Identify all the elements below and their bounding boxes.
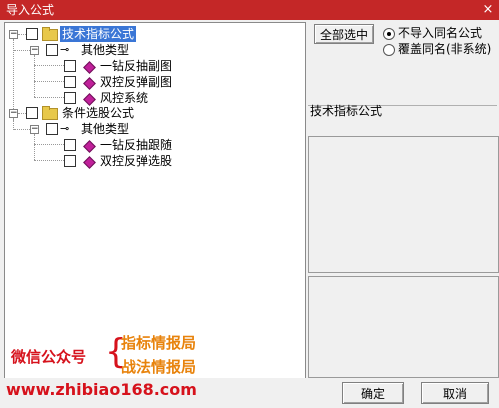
tree-connector [14, 129, 30, 130]
tree-item-label[interactable]: 风控系统 [100, 90, 148, 106]
description-panel [308, 136, 499, 273]
watermark-line2: 战法情报局 [121, 358, 197, 376]
root1-checkbox[interactable] [26, 28, 38, 40]
root1-child-collapse-icon[interactable]: − [30, 46, 39, 55]
key-icon: ⊸ [60, 43, 70, 56]
folder-icon [42, 27, 58, 41]
tree-connector [34, 97, 64, 98]
footer: www.zhibiao168.com 确定 取消 [0, 378, 499, 408]
radio-overwrite-label[interactable]: 覆盖同名(非系统) [398, 42, 491, 56]
select-all-button[interactable]: 全部选中 [314, 24, 374, 44]
detail-panel [308, 276, 499, 378]
root2-child-collapse-icon[interactable]: − [30, 125, 39, 134]
item-checkbox[interactable] [64, 76, 76, 88]
tree-connector [18, 34, 26, 35]
item-checkbox[interactable] [64, 92, 76, 104]
root2-label[interactable]: 条件选股公式 [62, 105, 134, 121]
tree-connector [14, 50, 30, 51]
root2-child-label[interactable]: 其他类型 [81, 121, 129, 137]
formula-gem-icon [83, 156, 96, 169]
window-title: 导入公式 [6, 3, 55, 17]
item-checkbox[interactable] [64, 139, 76, 151]
formula-gem-icon [83, 140, 96, 153]
watermark-wechat: 微信公众号 [11, 348, 87, 366]
cancel-button[interactable]: 取消 [421, 382, 489, 404]
tree-connector [34, 81, 64, 82]
radio-skip-duplicates-label[interactable]: 不导入同名公式 [398, 26, 482, 40]
tree-connector [34, 65, 64, 66]
ok-button[interactable]: 确定 [342, 382, 404, 404]
import-formula-dialog: 导入公式 × − 技术指标公式 − ⊸ 其他类型 一钻反抽副图 双控反弹副图 风… [0, 0, 499, 408]
root2-child-checkbox[interactable] [46, 123, 58, 135]
watermark-url: www.zhibiao168.com [6, 380, 197, 399]
root1-label[interactable]: 技术指标公式 [60, 26, 137, 42]
tree-connector [34, 144, 64, 145]
tree-connector [34, 160, 64, 161]
item-checkbox[interactable] [64, 60, 76, 72]
watermark-line1: 指标情报局 [121, 334, 197, 352]
formula-gem-icon [83, 93, 96, 106]
tree-item-label[interactable]: 一钻反抽跟随 [100, 137, 172, 153]
root1-child-checkbox[interactable] [46, 44, 58, 56]
info-label: 技术指标公式 [310, 104, 383, 118]
key-icon: ⊸ [60, 122, 70, 135]
close-icon[interactable]: × [481, 0, 495, 20]
tree-item-label[interactable]: 一钻反抽副图 [100, 58, 172, 74]
tree-connector [34, 55, 35, 97]
formula-gem-icon [83, 61, 96, 74]
folder-icon [42, 106, 58, 120]
tree-connector [18, 113, 26, 114]
radio-overwrite[interactable] [383, 44, 395, 56]
formula-gem-icon [83, 77, 96, 90]
root2-collapse-icon[interactable]: − [9, 109, 18, 118]
tree-item-label[interactable]: 双控反弹选股 [100, 153, 172, 169]
root1-collapse-icon[interactable]: − [9, 30, 18, 39]
tree-item-label[interactable]: 双控反弹副图 [100, 74, 172, 90]
root1-child-label[interactable]: 其他类型 [81, 42, 129, 58]
item-checkbox[interactable] [64, 155, 76, 167]
root2-checkbox[interactable] [26, 107, 38, 119]
tree-connector [34, 134, 35, 160]
formula-tree[interactable]: − 技术指标公式 − ⊸ 其他类型 一钻反抽副图 双控反弹副图 风控系统 − 条… [4, 22, 306, 379]
radio-skip-duplicates[interactable] [383, 28, 395, 40]
title-bar: 导入公式 × [0, 0, 499, 20]
